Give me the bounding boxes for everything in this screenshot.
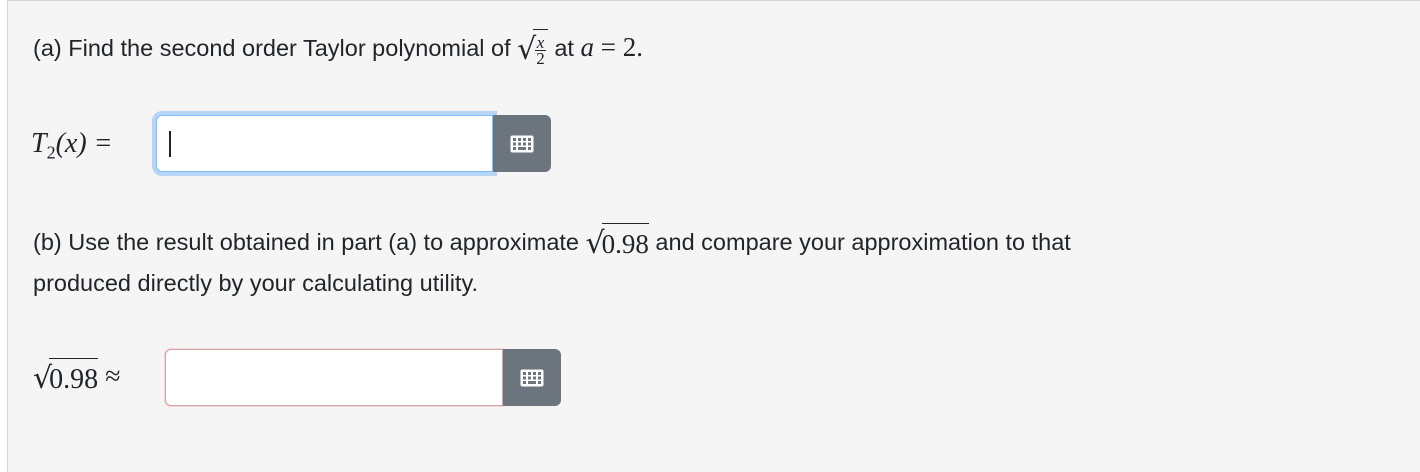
fraction-x-over-2: x2 — [535, 32, 546, 68]
part-a-at: at — [547, 35, 581, 61]
answer-a-input-group — [156, 115, 551, 172]
question-panel: (a) Find the second order Taylor polynom… — [7, 0, 1420, 472]
sqrt-x-over-2: √ x 2 — [517, 29, 548, 70]
keyboard-icon — [510, 135, 534, 153]
part-b-line1-prefix: (b) Use the result obtained in part (a) … — [33, 229, 586, 255]
part-b-line1-suffix: and compare your approximation to that — [648, 229, 1071, 255]
keyboard-icon — [520, 369, 544, 387]
answer-a-label: T2(x) = — [31, 128, 113, 163]
var-a: a — [580, 32, 594, 62]
part-b-line2: produced directly by your calculating ut… — [33, 270, 478, 297]
part-a-equals: = 2. — [593, 32, 643, 62]
math-keyboard-button-b[interactable] — [503, 349, 561, 406]
answer-b-input-group — [165, 349, 561, 406]
answer-a-input[interactable] — [156, 115, 493, 172]
answer-b-label: √0.98 ≈ — [33, 357, 121, 400]
text-caret — [169, 130, 171, 157]
part-b-prompt: (b) Use the result obtained in part (a) … — [33, 222, 1373, 303]
answer-b-input[interactable] — [165, 349, 503, 406]
sqrt-0-98: √0.98 — [586, 222, 649, 264]
math-keyboard-button-a[interactable] — [493, 115, 551, 172]
part-a-prompt: (a) Find the second order Taylor polynom… — [33, 28, 643, 70]
part-a-prefix: (a) Find the second order Taylor polynom… — [33, 35, 518, 61]
